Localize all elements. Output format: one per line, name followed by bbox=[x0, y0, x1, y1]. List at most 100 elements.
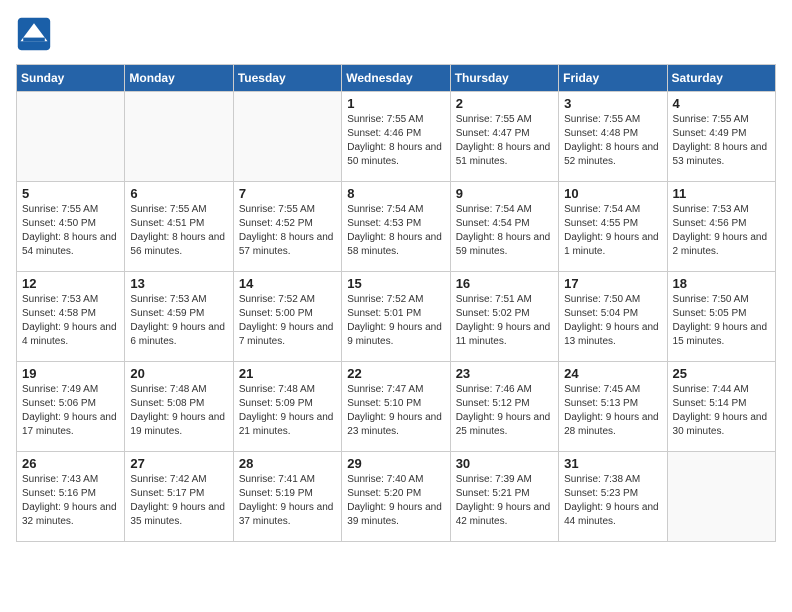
day-number: 17 bbox=[564, 276, 661, 291]
day-number: 28 bbox=[239, 456, 336, 471]
day-info: Sunrise: 7:40 AM Sunset: 5:20 PM Dayligh… bbox=[347, 473, 444, 529]
calendar-cell: 18 Sunrise: 7:50 AM Sunset: 5:05 PM Dayli… bbox=[667, 272, 775, 362]
day-number: 22 bbox=[347, 366, 444, 381]
day-number: 24 bbox=[564, 366, 661, 381]
calendar-cell: 23 Sunrise: 7:46 AM Sunset: 5:12 PM Dayli… bbox=[450, 362, 558, 452]
day-number: 10 bbox=[564, 186, 661, 201]
day-number: 19 bbox=[22, 366, 119, 381]
day-number: 26 bbox=[22, 456, 119, 471]
day-info: Sunrise: 7:55 AM Sunset: 4:52 PM Dayligh… bbox=[239, 203, 336, 259]
day-info: Sunrise: 7:53 AM Sunset: 4:56 PM Dayligh… bbox=[673, 203, 770, 259]
day-info: Sunrise: 7:55 AM Sunset: 4:51 PM Dayligh… bbox=[130, 203, 227, 259]
day-number: 9 bbox=[456, 186, 553, 201]
weekday-header-row: SundayMondayTuesdayWednesdayThursdayFrid… bbox=[17, 65, 776, 92]
calendar-cell: 7Sunrise: 7:55 AM Sunset: 4:52 PM Daylig… bbox=[233, 182, 341, 272]
day-info: Sunrise: 7:49 AM Sunset: 5:06 PM Dayligh… bbox=[22, 383, 119, 439]
day-number: 18 bbox=[673, 276, 770, 291]
day-info: Sunrise: 7:53 AM Sunset: 4:59 PM Dayligh… bbox=[130, 293, 227, 349]
day-info: Sunrise: 7:55 AM Sunset: 4:50 PM Dayligh… bbox=[22, 203, 119, 259]
calendar-cell: 26 Sunrise: 7:43 AM Sunset: 5:16 PM Dayli… bbox=[17, 452, 125, 542]
calendar-cell: 25 Sunrise: 7:44 AM Sunset: 5:14 PM Dayli… bbox=[667, 362, 775, 452]
day-number: 30 bbox=[456, 456, 553, 471]
logo-icon bbox=[16, 16, 52, 52]
weekday-header-wednesday: Wednesday bbox=[342, 65, 450, 92]
calendar-cell: 24 Sunrise: 7:45 AM Sunset: 5:13 PM Dayli… bbox=[559, 362, 667, 452]
weekday-header-tuesday: Tuesday bbox=[233, 65, 341, 92]
calendar-cell: 2 Sunrise: 7:55 AM Sunset: 4:47 PM Daylig… bbox=[450, 92, 558, 182]
day-info: Sunrise: 7:50 AM Sunset: 5:04 PM Dayligh… bbox=[564, 293, 661, 349]
day-info: Sunrise: 7:43 AM Sunset: 5:16 PM Dayligh… bbox=[22, 473, 119, 529]
day-info: Sunrise: 7:42 AM Sunset: 5:17 PM Dayligh… bbox=[130, 473, 227, 529]
day-number: 2 bbox=[456, 96, 553, 111]
calendar-table: SundayMondayTuesdayWednesdayThursdayFrid… bbox=[16, 64, 776, 542]
day-number: 4 bbox=[673, 96, 770, 111]
logo bbox=[16, 16, 56, 52]
calendar-cell: 12 Sunrise: 7:53 AM Sunset: 4:58 PM Dayli… bbox=[17, 272, 125, 362]
calendar-cell: 13Sunrise: 7:53 AM Sunset: 4:59 PM Dayli… bbox=[125, 272, 233, 362]
calendar-cell: 21 Sunrise: 7:48 AM Sunset: 5:09 PM Dayli… bbox=[233, 362, 341, 452]
weekday-header-friday: Friday bbox=[559, 65, 667, 92]
day-info: Sunrise: 7:38 AM Sunset: 5:23 PM Dayligh… bbox=[564, 473, 661, 529]
day-info: Sunrise: 7:41 AM Sunset: 5:19 PM Dayligh… bbox=[239, 473, 336, 529]
calendar-cell bbox=[17, 92, 125, 182]
calendar-cell: 9 Sunrise: 7:54 AM Sunset: 4:54 PM Daylig… bbox=[450, 182, 558, 272]
day-info: Sunrise: 7:39 AM Sunset: 5:21 PM Dayligh… bbox=[456, 473, 553, 529]
day-number: 20 bbox=[130, 366, 227, 381]
calendar-week-row: 26 Sunrise: 7:43 AM Sunset: 5:16 PM Dayli… bbox=[17, 452, 776, 542]
day-info: Sunrise: 7:46 AM Sunset: 5:12 PM Dayligh… bbox=[456, 383, 553, 439]
calendar-cell: 30 Sunrise: 7:39 AM Sunset: 5:21 PM Dayli… bbox=[450, 452, 558, 542]
calendar-cell: 14Sunrise: 7:52 AM Sunset: 5:00 PM Dayli… bbox=[233, 272, 341, 362]
calendar-cell bbox=[667, 452, 775, 542]
calendar-cell: 4 Sunrise: 7:55 AM Sunset: 4:49 PM Daylig… bbox=[667, 92, 775, 182]
day-info: Sunrise: 7:53 AM Sunset: 4:58 PM Dayligh… bbox=[22, 293, 119, 349]
day-info: Sunrise: 7:51 AM Sunset: 5:02 PM Dayligh… bbox=[456, 293, 553, 349]
day-info: Sunrise: 7:50 AM Sunset: 5:05 PM Dayligh… bbox=[673, 293, 770, 349]
weekday-header-sunday: Sunday bbox=[17, 65, 125, 92]
day-number: 29 bbox=[347, 456, 444, 471]
day-number: 27 bbox=[130, 456, 227, 471]
calendar-cell: 19 Sunrise: 7:49 AM Sunset: 5:06 PM Dayli… bbox=[17, 362, 125, 452]
day-number: 21 bbox=[239, 366, 336, 381]
day-number: 16 bbox=[456, 276, 553, 291]
day-number: 25 bbox=[673, 366, 770, 381]
calendar-cell: 10Sunrise: 7:54 AM Sunset: 4:55 PM Dayli… bbox=[559, 182, 667, 272]
calendar-week-row: 19 Sunrise: 7:49 AM Sunset: 5:06 PM Dayli… bbox=[17, 362, 776, 452]
day-number: 8 bbox=[347, 186, 444, 201]
calendar-cell: 17 Sunrise: 7:50 AM Sunset: 5:04 PM Dayli… bbox=[559, 272, 667, 362]
calendar-cell: 11 Sunrise: 7:53 AM Sunset: 4:56 PM Dayli… bbox=[667, 182, 775, 272]
calendar-cell: 1 Sunrise: 7:55 AM Sunset: 4:46 PM Daylig… bbox=[342, 92, 450, 182]
day-info: Sunrise: 7:45 AM Sunset: 5:13 PM Dayligh… bbox=[564, 383, 661, 439]
day-number: 12 bbox=[22, 276, 119, 291]
day-number: 23 bbox=[456, 366, 553, 381]
calendar-cell bbox=[125, 92, 233, 182]
day-info: Sunrise: 7:55 AM Sunset: 4:47 PM Dayligh… bbox=[456, 113, 553, 169]
calendar-cell: 27 Sunrise: 7:42 AM Sunset: 5:17 PM Dayli… bbox=[125, 452, 233, 542]
calendar-cell: 15Sunrise: 7:52 AM Sunset: 5:01 PM Dayli… bbox=[342, 272, 450, 362]
day-info: Sunrise: 7:55 AM Sunset: 4:48 PM Dayligh… bbox=[564, 113, 661, 169]
calendar-cell: 20 Sunrise: 7:48 AM Sunset: 5:08 PM Dayli… bbox=[125, 362, 233, 452]
weekday-header-monday: Monday bbox=[125, 65, 233, 92]
day-number: 1 bbox=[347, 96, 444, 111]
day-number: 31 bbox=[564, 456, 661, 471]
day-number: 15 bbox=[347, 276, 444, 291]
calendar-cell: 28 Sunrise: 7:41 AM Sunset: 5:19 PM Dayli… bbox=[233, 452, 341, 542]
calendar-cell: 8 Sunrise: 7:54 AM Sunset: 4:53 PM Daylig… bbox=[342, 182, 450, 272]
day-number: 5 bbox=[22, 186, 119, 201]
day-info: Sunrise: 7:44 AM Sunset: 5:14 PM Dayligh… bbox=[673, 383, 770, 439]
day-number: 3 bbox=[564, 96, 661, 111]
day-number: 6 bbox=[130, 186, 227, 201]
day-number: 11 bbox=[673, 186, 770, 201]
day-info: Sunrise: 7:55 AM Sunset: 4:49 PM Dayligh… bbox=[673, 113, 770, 169]
calendar-cell: 16 Sunrise: 7:51 AM Sunset: 5:02 PM Dayli… bbox=[450, 272, 558, 362]
day-info: Sunrise: 7:55 AM Sunset: 4:46 PM Dayligh… bbox=[347, 113, 444, 169]
day-info: Sunrise: 7:48 AM Sunset: 5:09 PM Dayligh… bbox=[239, 383, 336, 439]
day-info: Sunrise: 7:52 AM Sunset: 5:00 PM Dayligh… bbox=[239, 293, 336, 349]
day-info: Sunrise: 7:54 AM Sunset: 4:54 PM Dayligh… bbox=[456, 203, 553, 259]
day-info: Sunrise: 7:54 AM Sunset: 4:53 PM Dayligh… bbox=[347, 203, 444, 259]
calendar-cell: 29 Sunrise: 7:40 AM Sunset: 5:20 PM Dayli… bbox=[342, 452, 450, 542]
calendar-week-row: 12 Sunrise: 7:53 AM Sunset: 4:58 PM Dayli… bbox=[17, 272, 776, 362]
calendar-week-row: 1 Sunrise: 7:55 AM Sunset: 4:46 PM Daylig… bbox=[17, 92, 776, 182]
day-info: Sunrise: 7:48 AM Sunset: 5:08 PM Dayligh… bbox=[130, 383, 227, 439]
day-info: Sunrise: 7:47 AM Sunset: 5:10 PM Dayligh… bbox=[347, 383, 444, 439]
calendar-cell: 5 Sunrise: 7:55 AM Sunset: 4:50 PM Daylig… bbox=[17, 182, 125, 272]
